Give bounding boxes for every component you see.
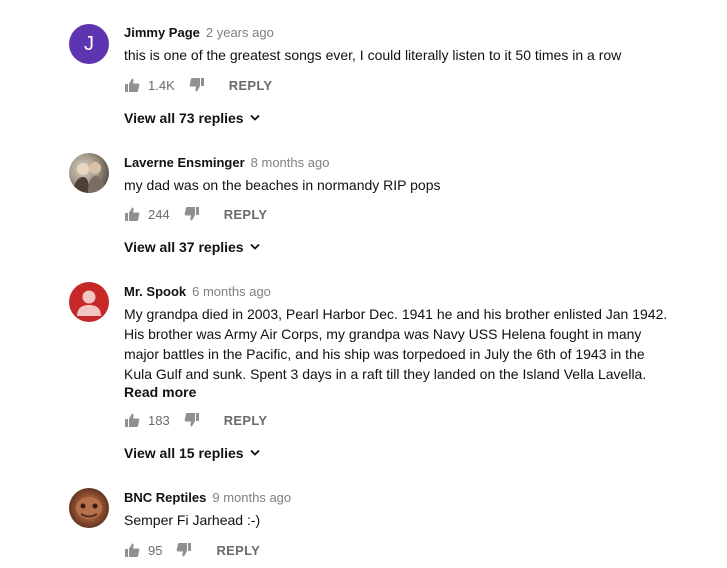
comment-toolbar: 244 REPLY [124,204,267,224]
avatar-photo [76,497,102,519]
timestamp[interactable]: 9 months ago [212,490,291,505]
comment-header: Jimmy Page 2 years ago [124,25,274,40]
thumbs-up-icon[interactable] [124,542,140,558]
thumbs-down-icon[interactable] [184,412,200,428]
avatar-photo [73,162,105,193]
comment-text: this is one of the greatest songs ever, … [124,47,622,63]
view-replies-button[interactable]: View all 37 replies [124,239,260,255]
thumbs-up-icon[interactable] [124,77,140,93]
chevron-down-icon [249,114,260,122]
reply-button[interactable]: REPLY [224,413,268,428]
view-replies-label: View all 37 replies [124,239,244,255]
thumbs-down-icon[interactable] [184,206,200,222]
chevron-down-icon [249,449,260,457]
author-name[interactable]: Mr. Spook [124,284,186,299]
timestamp[interactable]: 2 years ago [206,25,274,40]
chevron-down-icon [249,243,260,251]
thumbs-up-icon[interactable] [124,206,140,222]
reply-button[interactable]: REPLY [216,543,260,558]
timestamp[interactable]: 8 months ago [251,155,330,170]
like-count: 244 [148,206,170,222]
view-replies-button[interactable]: View all 73 replies [124,110,260,126]
like-count: 1.4K [148,77,175,93]
like-count: 95 [148,542,163,558]
user-silhouette-icon [77,290,101,316]
avatar[interactable] [69,282,109,322]
comment-toolbar: 183 REPLY [124,410,267,430]
comment-header: Laverne Ensminger 8 months ago [124,155,329,170]
view-replies-button[interactable]: View all 15 replies [124,445,260,461]
avatar[interactable]: J [69,24,109,64]
author-name[interactable]: BNC Reptiles [124,490,206,505]
view-replies-label: View all 73 replies [124,110,244,126]
comment-text: My grandpa died in 2003, Pearl Harbor De… [124,306,668,382]
thumbs-down-icon[interactable] [189,77,205,93]
read-more-link[interactable]: Read more [124,384,196,400]
comment-header: Mr. Spook 6 months ago [124,284,271,299]
author-name[interactable]: Laverne Ensminger [124,155,245,170]
comment-header: BNC Reptiles 9 months ago [124,490,291,505]
reply-button[interactable]: REPLY [224,207,268,222]
avatar[interactable] [69,153,109,193]
view-replies-label: View all 15 replies [124,445,244,461]
like-count: 183 [148,412,170,428]
thumbs-up-icon[interactable] [124,412,140,428]
thumbs-down-icon[interactable] [176,542,192,558]
comment-toolbar: 95 REPLY [124,540,260,560]
avatar[interactable] [69,488,109,528]
author-name[interactable]: Jimmy Page [124,25,200,40]
comment-text: Semper Fi Jarhead :-) [124,512,261,528]
avatar-letter: J [84,33,94,55]
comment-text: my dad was on the beaches in normandy RI… [124,177,441,193]
timestamp[interactable]: 6 months ago [192,284,271,299]
reply-button[interactable]: REPLY [229,78,273,93]
comment-toolbar: 1.4K REPLY [124,75,272,95]
